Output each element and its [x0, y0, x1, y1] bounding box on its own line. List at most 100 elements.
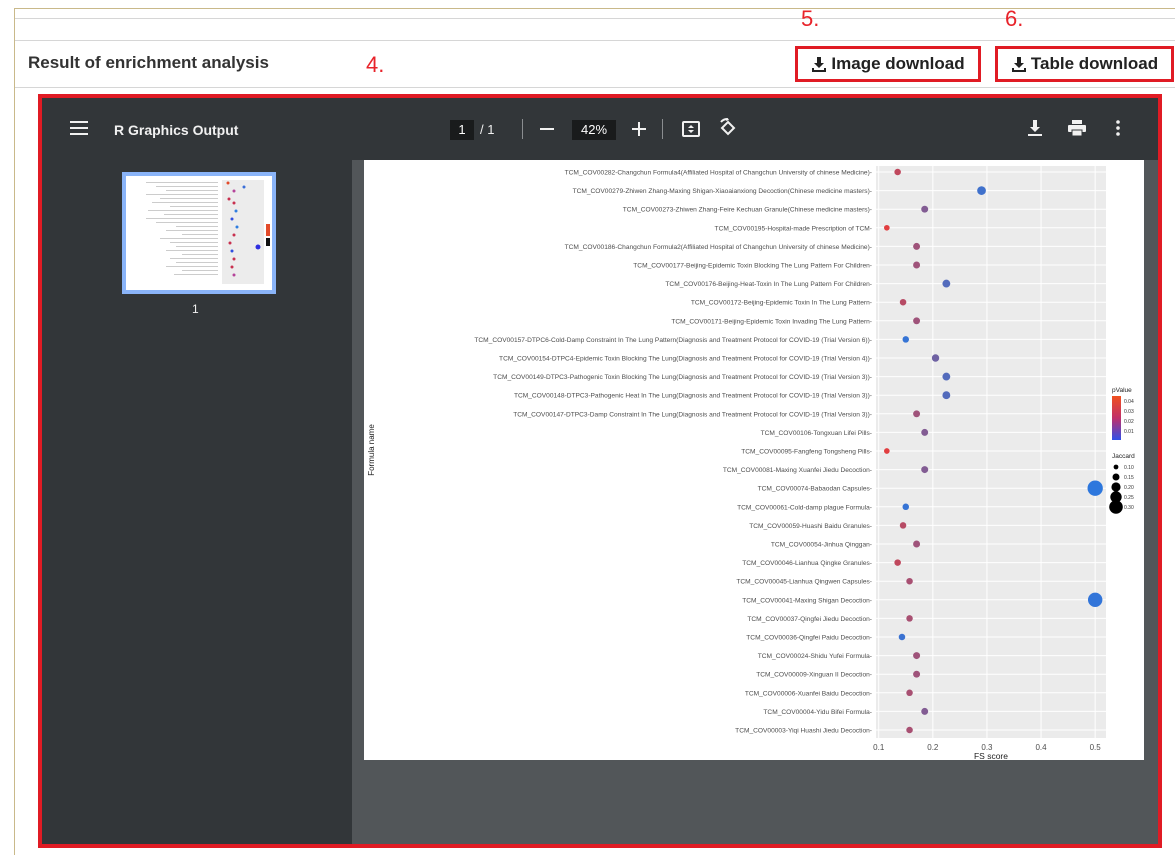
y-tick-label: TCM_COV00054-Jinhua Qinggan-: [771, 542, 872, 549]
page-thumbnail[interactable]: [122, 172, 276, 294]
menu-icon[interactable]: [70, 120, 88, 136]
y-axis-label: Formula name: [367, 424, 376, 476]
y-tick-label: TCM_COV00003-Yiqi Huashi Jiedu Decoction…: [735, 728, 872, 735]
x-tick-label: 0.4: [1035, 743, 1047, 752]
legend-size-dot: [1113, 464, 1119, 470]
legend-color-label: 0.02: [1124, 419, 1134, 425]
legend-size-dot: [1109, 500, 1123, 514]
download-icon[interactable]: [1028, 120, 1042, 136]
data-point: [906, 577, 913, 585]
print-icon[interactable]: [1068, 120, 1086, 136]
legend-size-label: 0.20: [1124, 485, 1134, 491]
data-point: [894, 559, 901, 566]
data-point: [899, 522, 907, 529]
data-point: [906, 615, 913, 622]
x-tick-label: 0.5: [1090, 743, 1102, 752]
data-point: [977, 186, 986, 195]
y-tick-label: TCM_COV00172-Beijing-Epidemic Toxin In T…: [691, 300, 872, 307]
image-download-label: Image download: [831, 54, 965, 73]
x-tick-label: 0.2: [927, 743, 939, 752]
y-tick-label: TCM_COV00186-Changchun Formula2(Affiliat…: [565, 244, 872, 251]
zoom-in-icon[interactable]: [632, 122, 646, 136]
panel-border-top: [14, 8, 1175, 9]
y-tick-label: TCM_COV00037-Qingfei Jiedu Decoction-: [747, 616, 872, 623]
thumbnail-preview: [126, 176, 272, 290]
thumbnail-page-number: 1: [192, 302, 199, 316]
y-tick-label: TCM_COV00273-Zhiwen Zhang-Feire Kechuan …: [623, 207, 872, 214]
divider: [15, 87, 1175, 88]
fit-page-icon[interactable]: [682, 121, 700, 137]
table-download-button[interactable]: Table download: [995, 46, 1174, 82]
data-point: [898, 633, 906, 641]
download-icon: [1011, 57, 1026, 72]
divider: [15, 18, 1175, 19]
toolbar-divider: [522, 119, 523, 139]
y-tick-label: TCM_COV00282-Changchun Formula4(Affiliat…: [565, 170, 872, 177]
y-tick-label: TCM_COV00074-Babaodan Capsules-: [758, 486, 872, 493]
viewer-title: R Graphics Output: [114, 122, 239, 138]
y-tick-label: TCM_COV00106-Tongxuan Lifei Pills-: [761, 430, 872, 437]
y-tick-label: TCM_COV00006-Xuanfei Baidu Decoction-: [745, 690, 872, 697]
x-tick-label: 0.1: [873, 743, 885, 752]
y-tick-label: TCM_COV00177-Beijing-Epidemic Toxin Bloc…: [633, 263, 872, 270]
step-label-5: 5.: [801, 6, 820, 31]
legend-color-label: 0.04: [1124, 399, 1134, 405]
y-tick-label: TCM_COV00279-Zhiwen Zhang-Maxing Shigan-…: [573, 188, 872, 195]
toolbar-divider: [662, 119, 663, 139]
y-tick-label: TCM_COV00061-Cold-damp plague Formula-: [737, 504, 872, 511]
y-tick-label: TCM_COV00059-Huashi Baidu Granules-: [749, 523, 872, 530]
page-number-input[interactable]: 1: [450, 120, 474, 140]
data-point: [942, 279, 951, 288]
data-point: [902, 503, 910, 511]
page-count: / 1: [480, 122, 495, 137]
y-tick-label: TCM_COV00176-Beijing-Heat-Toxin In The L…: [665, 281, 872, 288]
pdf-page: 0.1 0.2 0.3 0.4 0.5 TCM_COV00282-Changchun Fo…: [364, 160, 1144, 760]
data-point: [913, 317, 921, 325]
image-download-button[interactable]: Image download: [795, 46, 981, 82]
legend-size-label: 0.30: [1124, 505, 1134, 511]
legend-size-label: 0.25: [1124, 495, 1134, 501]
data-point: [942, 391, 951, 400]
y-tick-label: TCM_COV00046-Lianhua Qingke Granules-: [742, 560, 872, 567]
pdf-viewer: R Graphics Output 1 / 1 42% 1 0.1 0.2 0.…: [38, 94, 1162, 848]
thumbnail-sidebar: 1: [42, 160, 352, 844]
data-point: [913, 540, 921, 548]
data-point: [913, 670, 921, 678]
legend-color-bar: [1112, 396, 1121, 440]
download-icon: [812, 57, 827, 72]
y-tick-label: TCM_COV00041-Maxing Shigan Decoction-: [742, 597, 872, 604]
data-point: [921, 707, 929, 715]
y-tick-label: TCM_COV00171-Beijing-Epidemic Toxin Inva…: [671, 318, 872, 325]
y-tick-label: TCM_COV00095-Fangfeng Tongsheng Pills-: [741, 449, 872, 456]
data-point: [902, 336, 910, 343]
x-axis-label: FS score: [974, 751, 1008, 760]
y-tick-label: TCM_COV00157-DTPC6-Cold-Damp Constraint …: [474, 337, 872, 344]
zoom-input[interactable]: 42%: [572, 120, 616, 140]
zoom-out-icon[interactable]: [540, 128, 554, 130]
more-icon[interactable]: [1116, 120, 1120, 136]
y-tick-label: TCM_COV00081-Maxing Xuanfei Jiedu Decoct…: [723, 467, 872, 474]
rotate-icon[interactable]: [718, 118, 738, 138]
data-point: [899, 298, 907, 306]
legend-size-label: 0.15: [1124, 475, 1134, 481]
step-label-6: 6.: [1005, 6, 1024, 31]
divider: [15, 40, 1175, 41]
y-tick-label: TCM_COV00149-DTPC3-Pathogenic Toxin Bloc…: [493, 374, 872, 381]
plot-panel: [876, 166, 1106, 738]
table-download-label: Table download: [1030, 54, 1159, 73]
viewer-toolbar: R Graphics Output 1 / 1 42%: [42, 98, 1158, 160]
y-tick-label: TCM_COV00154-DTPC4-Epidemic Toxin Blocki…: [499, 356, 872, 363]
data-point: [906, 726, 913, 734]
legend-color-title: pValue: [1112, 387, 1132, 394]
data-point: [913, 652, 921, 660]
legend-color-label: 0.03: [1124, 409, 1134, 415]
y-tick-label: TCM_COV00036-Qingfei Paidu Decoction-: [746, 635, 872, 642]
data-point: [921, 205, 929, 213]
data-point: [1087, 592, 1103, 608]
data-point: [942, 372, 951, 381]
data-point: [884, 448, 890, 454]
y-tick-label: TCM_COV00195-Hospital-made Prescription …: [715, 225, 872, 232]
data-point: [913, 242, 921, 250]
data-point: [913, 261, 921, 269]
y-tick-label: TCM_COV00009-Xinguan II Decoction-: [756, 672, 872, 679]
